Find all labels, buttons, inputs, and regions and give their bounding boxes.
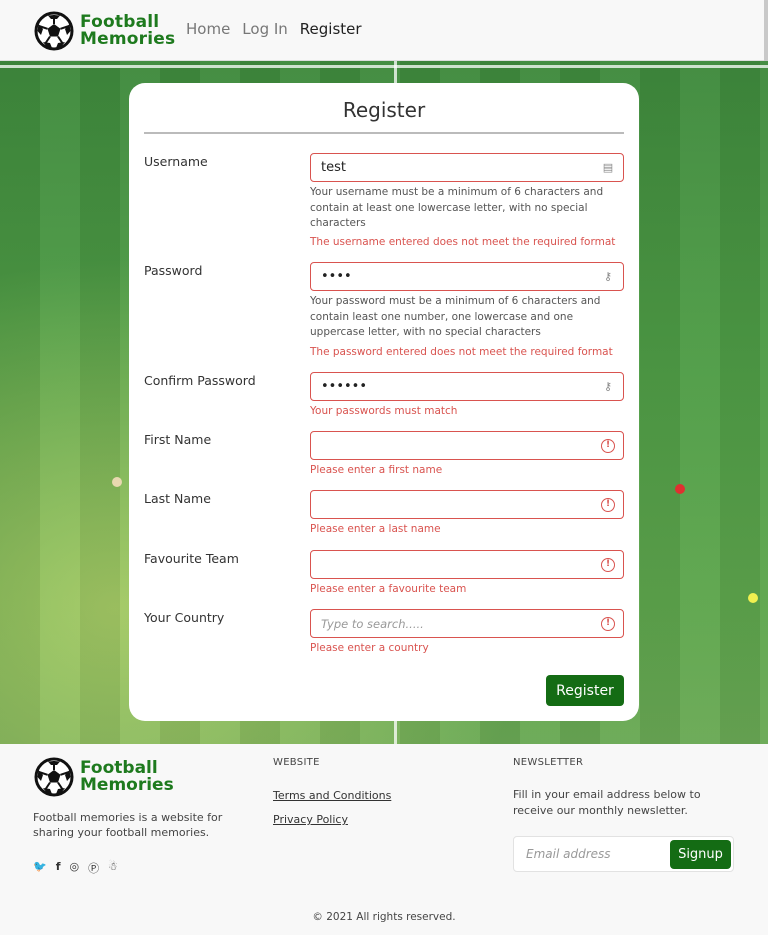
- password-error: The password entered does not meet the r…: [310, 346, 613, 358]
- error-alert-icon: !: [601, 558, 615, 572]
- country-search-input[interactable]: Type to search..... !: [310, 609, 624, 638]
- username-label: Username: [144, 154, 208, 169]
- football-icon: [34, 757, 74, 797]
- username-input[interactable]: test ▤: [310, 153, 624, 182]
- confirm-password-value: ••••••: [321, 379, 368, 394]
- navbar: Football Memories Home Log In Register: [0, 0, 768, 61]
- pitch-line: [0, 65, 768, 68]
- brand-line2: Memories: [80, 775, 174, 795]
- nav-register-link[interactable]: Register: [300, 20, 362, 38]
- instagram-icon[interactable]: ◎: [70, 860, 80, 876]
- snapchat-icon[interactable]: ☃: [108, 860, 118, 876]
- password-label: Password: [144, 263, 203, 278]
- nav-links: Home Log In Register: [186, 20, 362, 38]
- pitch-line: [394, 61, 397, 85]
- privacy-link[interactable]: Privacy Policy: [273, 813, 348, 826]
- footer-brand-name: Football Memories: [80, 760, 174, 794]
- footer: Football Memories Football memories is a…: [0, 744, 768, 935]
- facebook-icon[interactable]: f: [56, 860, 61, 876]
- terms-link[interactable]: Terms and Conditions: [273, 789, 391, 802]
- website-heading: WEBSITE: [273, 757, 320, 768]
- signup-button[interactable]: Signup: [670, 840, 731, 869]
- copyright-text: © 2021 All rights reserved.: [312, 911, 456, 923]
- password-value: ••••: [321, 269, 352, 284]
- error-alert-icon: !: [601, 439, 615, 453]
- favourite-team-label: Favourite Team: [144, 551, 239, 566]
- player-figure: [675, 484, 685, 494]
- confirm-password-label: Confirm Password: [144, 373, 256, 388]
- password-help: Your password must be a minimum of 6 cha…: [310, 295, 601, 338]
- favourite-team-input[interactable]: !: [310, 550, 624, 579]
- newsletter-text: Fill in your email address below to rece…: [513, 788, 701, 817]
- nav-login-link[interactable]: Log In: [242, 20, 288, 38]
- confirm-password-error: Your passwords must match: [310, 405, 458, 417]
- twitter-icon[interactable]: 🐦: [33, 860, 47, 876]
- username-value: test: [321, 160, 346, 175]
- last-name-error: Please enter a last name: [310, 523, 441, 535]
- country-label: Your Country: [144, 610, 225, 625]
- first-name-input[interactable]: !: [310, 431, 624, 460]
- social-links: 🐦 f ◎ Ⓟ ☃: [33, 860, 118, 876]
- error-alert-icon: !: [601, 498, 615, 512]
- country-placeholder: Type to search.....: [321, 617, 424, 631]
- player-figure: [112, 477, 122, 487]
- form-title: Register: [342, 98, 426, 122]
- password-input[interactable]: •••• ⚷: [310, 262, 624, 291]
- last-name-input[interactable]: !: [310, 490, 624, 519]
- key-icon[interactable]: ⚷: [601, 380, 615, 394]
- email-placeholder: Email address: [526, 847, 611, 861]
- pinterest-icon[interactable]: Ⓟ: [88, 860, 99, 876]
- player-figure: [748, 593, 758, 603]
- key-icon[interactable]: ⚷: [601, 270, 615, 284]
- country-error: Please enter a country: [310, 642, 429, 654]
- brand-logo[interactable]: Football Memories: [34, 11, 175, 51]
- pitch-line: [394, 720, 397, 744]
- brand-name: Football Memories: [80, 14, 175, 48]
- confirm-password-input[interactable]: •••••• ⚷: [310, 372, 624, 401]
- brand-line2: Memories: [80, 29, 176, 49]
- username-help: Your username must be a minimum of 6 cha…: [310, 186, 604, 229]
- register-button[interactable]: Register: [546, 675, 624, 706]
- footer-description: Football memories is a website for shari…: [33, 811, 223, 839]
- football-icon: [34, 11, 74, 51]
- username-error: The username entered does not meet the r…: [310, 236, 616, 248]
- footer-brand-logo[interactable]: Football Memories: [34, 757, 174, 797]
- favourite-team-error: Please enter a favourite team: [310, 583, 467, 595]
- title-divider: [144, 132, 624, 134]
- nav-home-link[interactable]: Home: [186, 20, 230, 38]
- error-alert-icon: !: [601, 617, 615, 631]
- last-name-label: Last Name: [144, 491, 211, 506]
- autofill-card-icon[interactable]: ▤: [601, 161, 615, 175]
- first-name-error: Please enter a first name: [310, 464, 443, 476]
- newsletter-heading: NEWSLETTER: [513, 757, 584, 768]
- first-name-label: First Name: [144, 432, 212, 447]
